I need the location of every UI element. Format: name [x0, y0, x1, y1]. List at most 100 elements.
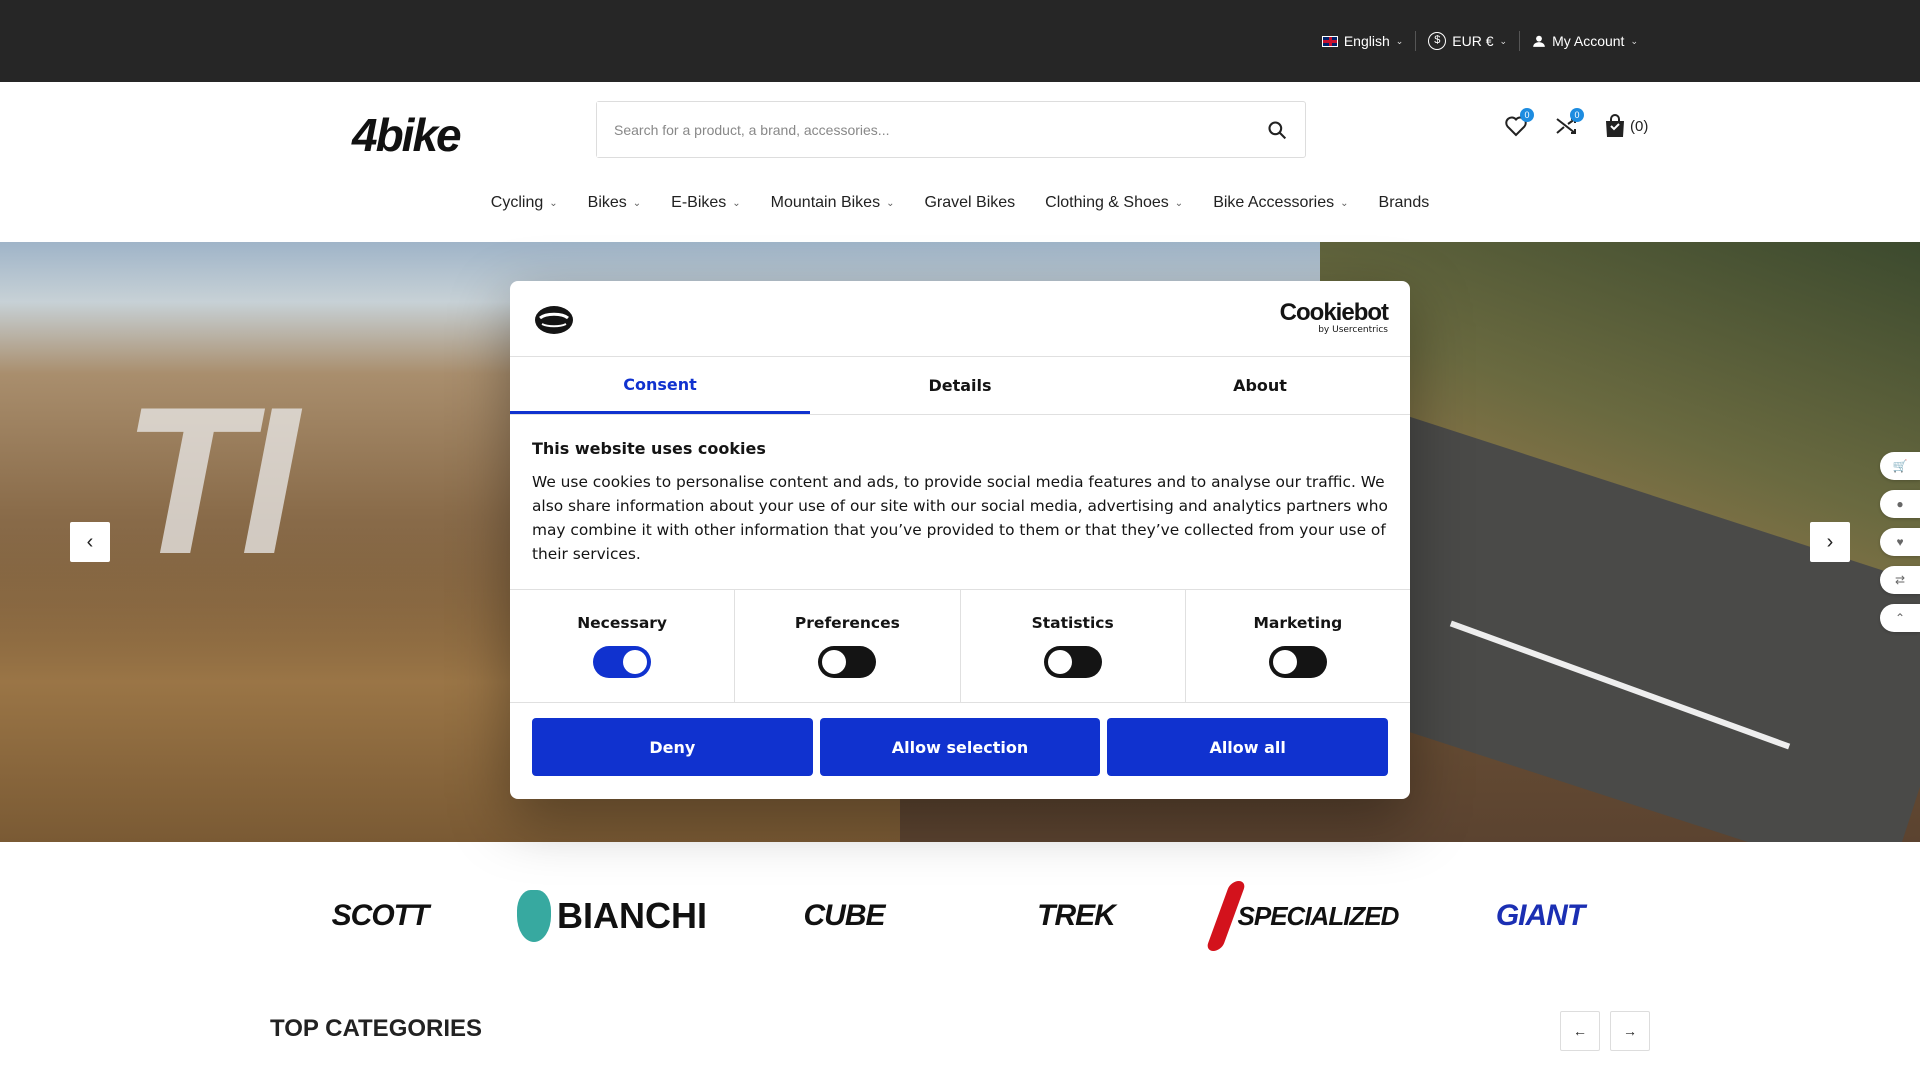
side-cart-button[interactable]: 🛒: [1880, 452, 1920, 480]
tab-details[interactable]: Details: [810, 357, 1110, 414]
site-logo[interactable]: 4bike: [352, 108, 462, 162]
category-label: Marketing: [1253, 614, 1343, 632]
user-icon: [1533, 35, 1545, 47]
hero-prev-button[interactable]: ‹: [70, 522, 110, 562]
nav-item-e-bikes[interactable]: E-Bikes ⌄: [656, 194, 756, 212]
chevron-left-icon: ‹: [86, 530, 94, 553]
deny-button[interactable]: Deny: [532, 718, 813, 776]
cookiebot-logo[interactable]: Cookiebot by Usercentrics: [1280, 301, 1389, 336]
brand-specialized[interactable]: SPECIALIZED: [1192, 866, 1424, 966]
preferences-toggle[interactable]: [818, 646, 877, 678]
allow-all-button[interactable]: Allow all: [1107, 718, 1389, 776]
chevron-down-icon: ⌄: [632, 197, 642, 209]
shuffle-icon: ⇄: [1894, 573, 1906, 587]
allow-selection-button[interactable]: Allow selection: [819, 718, 1101, 776]
search-icon: [1268, 120, 1287, 139]
cookiebot-by: by Usercentrics: [1318, 325, 1388, 335]
nav-item-clothing-shoes[interactable]: Clothing & Shoes ⌄: [1030, 194, 1198, 212]
hero-next-button[interactable]: ›: [1810, 522, 1850, 562]
side-compare-button[interactable]: ⇄: [1880, 566, 1920, 594]
category-label: Statistics: [1031, 614, 1114, 632]
nav-label: Mountain Bikes: [770, 194, 881, 211]
category-prev-button[interactable]: ←: [1560, 1011, 1600, 1051]
cart-count: (0): [1630, 117, 1649, 135]
brand-logo-text: CUBE: [803, 899, 885, 932]
account-menu[interactable]: My Account ⌄: [1519, 31, 1650, 51]
nav-label: E-Bikes: [671, 194, 727, 211]
section-title: TOP CATEGORIES: [270, 1015, 483, 1042]
cart-icon: 🛒: [1892, 459, 1908, 473]
cookie-body: This website uses cookies We use cookies…: [510, 415, 1410, 589]
cookie-description: We use cookies to personalise content an…: [532, 473, 1388, 563]
chevron-down-icon: ⌄: [732, 197, 741, 209]
category-label: Necessary: [577, 614, 668, 632]
marketing-toggle[interactable]: [1268, 646, 1327, 678]
main-nav: Cycling ⌄ Bikes ⌄ E-Bikes ⌄ Mountain Bikes ⌄…: [0, 194, 1920, 212]
chevron-down-icon: ⌄: [1340, 197, 1349, 209]
category-preferences: Preferences: [734, 590, 959, 702]
nav-item-bike-accessories[interactable]: Bike Accessories ⌄: [1198, 194, 1363, 212]
tab-about[interactable]: About: [1110, 357, 1410, 414]
nav-item-cycling[interactable]: Cycling ⌄: [476, 194, 573, 212]
nav-item-bikes[interactable]: Bikes ⌄: [573, 194, 657, 212]
nav-label: Bike Accessories: [1213, 194, 1335, 211]
wishlist-count-badge: 0: [1520, 108, 1534, 122]
brand-scott[interactable]: SCOTT: [264, 866, 496, 966]
category-carousel-controls: ← →: [1560, 1011, 1650, 1051]
uk-flag-icon: [1321, 35, 1338, 47]
brand-bianchi[interactable]: BIANCHI: [496, 866, 728, 966]
scroll-top-button[interactable]: ⌃: [1880, 604, 1920, 632]
cookie-tabs: Consent Details About: [510, 357, 1410, 415]
nav-label: Bikes: [587, 194, 627, 211]
brand-logo-text: TREK: [1037, 899, 1116, 932]
category-next-button[interactable]: →: [1610, 1011, 1650, 1051]
side-account-button[interactable]: ●: [1880, 490, 1920, 518]
floating-side-toolbar: 🛒 ● ♥ ⇄ ⌃: [1880, 452, 1920, 632]
wishlist-button[interactable]: 0: [1504, 108, 1534, 138]
chevron-down-icon: ⌄: [1630, 35, 1638, 46]
brand-cube[interactable]: CUBE: [728, 866, 960, 966]
user-icon: ●: [1896, 497, 1904, 511]
brand-name: BIANCHI: [557, 895, 707, 936]
brand-giant[interactable]: GIANT: [1424, 866, 1656, 966]
top-bar: English ⌄ $ EUR € ⌄ My Account ⌄: [0, 0, 1920, 82]
nav-item-mountain-bikes[interactable]: Mountain Bikes ⌄: [756, 194, 910, 212]
currency-selector[interactable]: $ EUR € ⌄: [1415, 31, 1519, 51]
chevron-down-icon: ⌄: [1174, 197, 1184, 209]
side-wishlist-button[interactable]: ♥: [1880, 528, 1920, 556]
necessary-toggle[interactable]: [593, 646, 652, 678]
language-selector[interactable]: English ⌄: [1310, 31, 1415, 51]
currency-icon: $: [1428, 32, 1447, 50]
chevron-down-icon: ⌄: [1395, 35, 1404, 46]
cookie-title: This website uses cookies: [532, 439, 766, 458]
nav-label: Gravel Bikes: [924, 194, 1016, 211]
cookie-consent-dialog: Cookiebot by Usercentrics Consent Detail…: [510, 281, 1410, 799]
header-actions: 0 0 (0): [1504, 108, 1648, 138]
statistics-toggle[interactable]: [1043, 646, 1102, 678]
cart-button[interactable]: (0): [1604, 114, 1648, 138]
chevron-down-icon: ⌄: [1499, 35, 1508, 46]
search-input[interactable]: [597, 102, 1249, 157]
nav-label: Clothing & Shoes: [1045, 194, 1169, 211]
compare-count-badge: 0: [1570, 108, 1584, 122]
chevron-right-icon: ›: [1826, 530, 1834, 553]
nav-item-brands[interactable]: Brands: [1364, 194, 1445, 212]
category-necessary: Necessary: [510, 590, 734, 702]
nav-label: Brands: [1378, 194, 1430, 211]
compare-button[interactable]: 0: [1554, 108, 1584, 138]
top-bar-menu: English ⌄ $ EUR € ⌄ My Account ⌄: [1310, 0, 1650, 82]
search-button[interactable]: [1249, 102, 1305, 157]
brand-logo-text: GIANT: [1495, 899, 1585, 932]
bianchi-emblem-icon: [517, 890, 551, 942]
brand-logo-text: BIANCHI: [517, 890, 707, 942]
chevron-down-icon: ⌄: [549, 197, 558, 209]
shopping-bag-icon: [1606, 114, 1624, 137]
cookie-dialog-header: Cookiebot by Usercentrics: [510, 281, 1410, 357]
tab-consent[interactable]: Consent: [510, 357, 810, 414]
currency-label: EUR €: [1452, 33, 1494, 49]
arrow-left-icon: ←: [1573, 1023, 1587, 1039]
arrow-right-icon: →: [1623, 1023, 1637, 1039]
category-statistics: Statistics: [959, 590, 1185, 702]
nav-item-gravel-bikes[interactable]: Gravel Bikes: [909, 194, 1030, 212]
brand-trek[interactable]: TREK: [960, 866, 1192, 966]
